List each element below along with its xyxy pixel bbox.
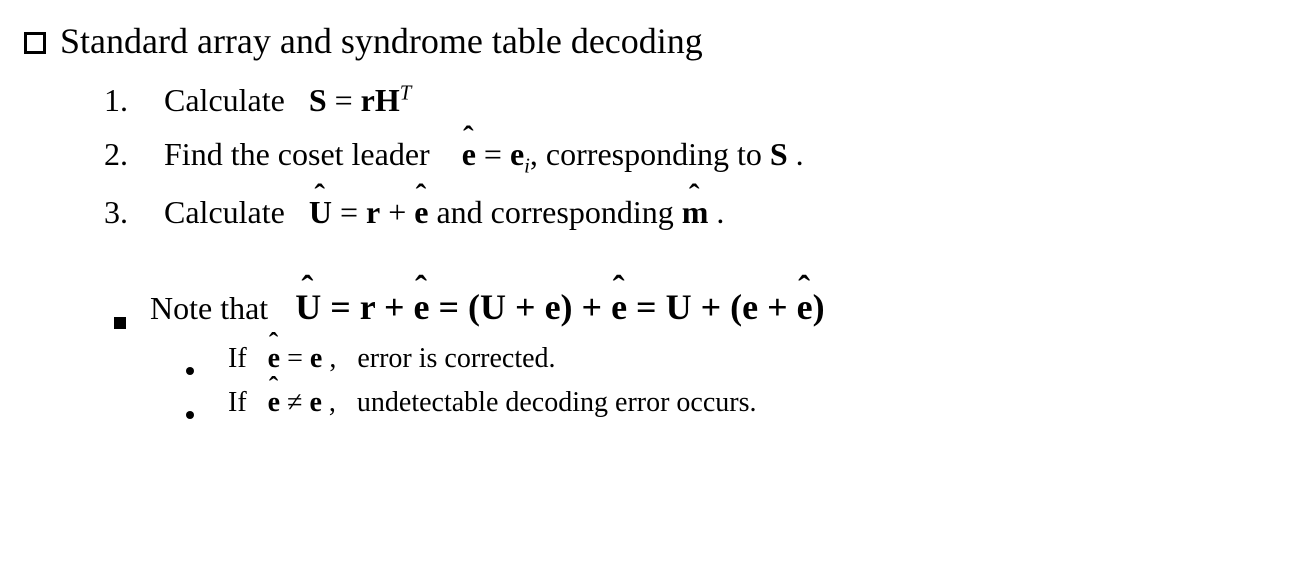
sym-e-hat: e <box>611 280 627 334</box>
sym-H: H <box>375 82 400 118</box>
sup-T: T <box>400 81 412 104</box>
step-number: 2. <box>104 130 164 178</box>
case-list: If e = e , error is corrected. If e ≠ e … <box>186 338 1270 424</box>
sym-r: r <box>361 82 375 118</box>
sym-U-hat: U <box>295 280 321 334</box>
note-block: Note that U = r + e = (U + e) + e = U + … <box>114 280 1270 424</box>
sym-e-hat: e <box>797 280 813 334</box>
case-2-text: If e ≠ e , undetectable decoding error o… <box>228 382 757 424</box>
case-2: If e ≠ e , undetectable decoding error o… <box>186 382 1270 424</box>
step-2: 2. Find the coset leader e = ei, corresp… <box>104 130 1270 182</box>
step-3: 3. Calculate U = r + e and corresponding… <box>104 188 1270 236</box>
step-number: 1. <box>104 76 164 124</box>
sym-U: U <box>480 287 506 327</box>
sym-e: e <box>309 387 321 418</box>
section-title: Standard array and syndrome table decodi… <box>60 14 703 68</box>
sym-e: e <box>742 287 758 327</box>
sym-e-hat: e <box>414 188 428 236</box>
sym-e-hat: e <box>462 130 476 178</box>
step-2-text: Find the coset leader e = ei, correspond… <box>164 130 804 182</box>
ordered-steps: 1. Calculate S = rHT 2. Find the coset l… <box>104 76 1270 236</box>
step-number: 3. <box>104 188 164 236</box>
sym-S: S <box>770 136 788 172</box>
sym-r: r <box>360 287 375 327</box>
sym-e-hat: e <box>268 382 280 424</box>
sym-U: U <box>666 287 692 327</box>
step-3-text: Calculate U = r + e and corresponding m … <box>164 188 724 236</box>
sym-S: S <box>309 82 327 118</box>
sym-e-hat: e <box>414 280 430 334</box>
dot-bullet-icon <box>186 411 194 419</box>
sym-e: e <box>545 287 561 327</box>
case-1: If e = e , error is corrected. <box>186 338 1270 380</box>
sym-m-hat: m <box>682 188 709 236</box>
dot-bullet-icon <box>186 367 194 375</box>
sym-U-hat: U <box>309 188 332 236</box>
sym-e: e <box>310 343 322 374</box>
note-line: Note that U = r + e = (U + e) + e = U + … <box>114 280 1270 334</box>
step-1: 1. Calculate S = rHT <box>104 76 1270 124</box>
square-bullet-icon <box>24 32 46 54</box>
sym-ei: e <box>510 136 524 172</box>
sym-r: r <box>366 194 380 230</box>
square-bullet-small-icon <box>114 317 126 329</box>
note-text: Note that U = r + e = (U + e) + e = U + … <box>150 280 825 334</box>
step-1-text: Calculate S = rHT <box>164 76 411 124</box>
